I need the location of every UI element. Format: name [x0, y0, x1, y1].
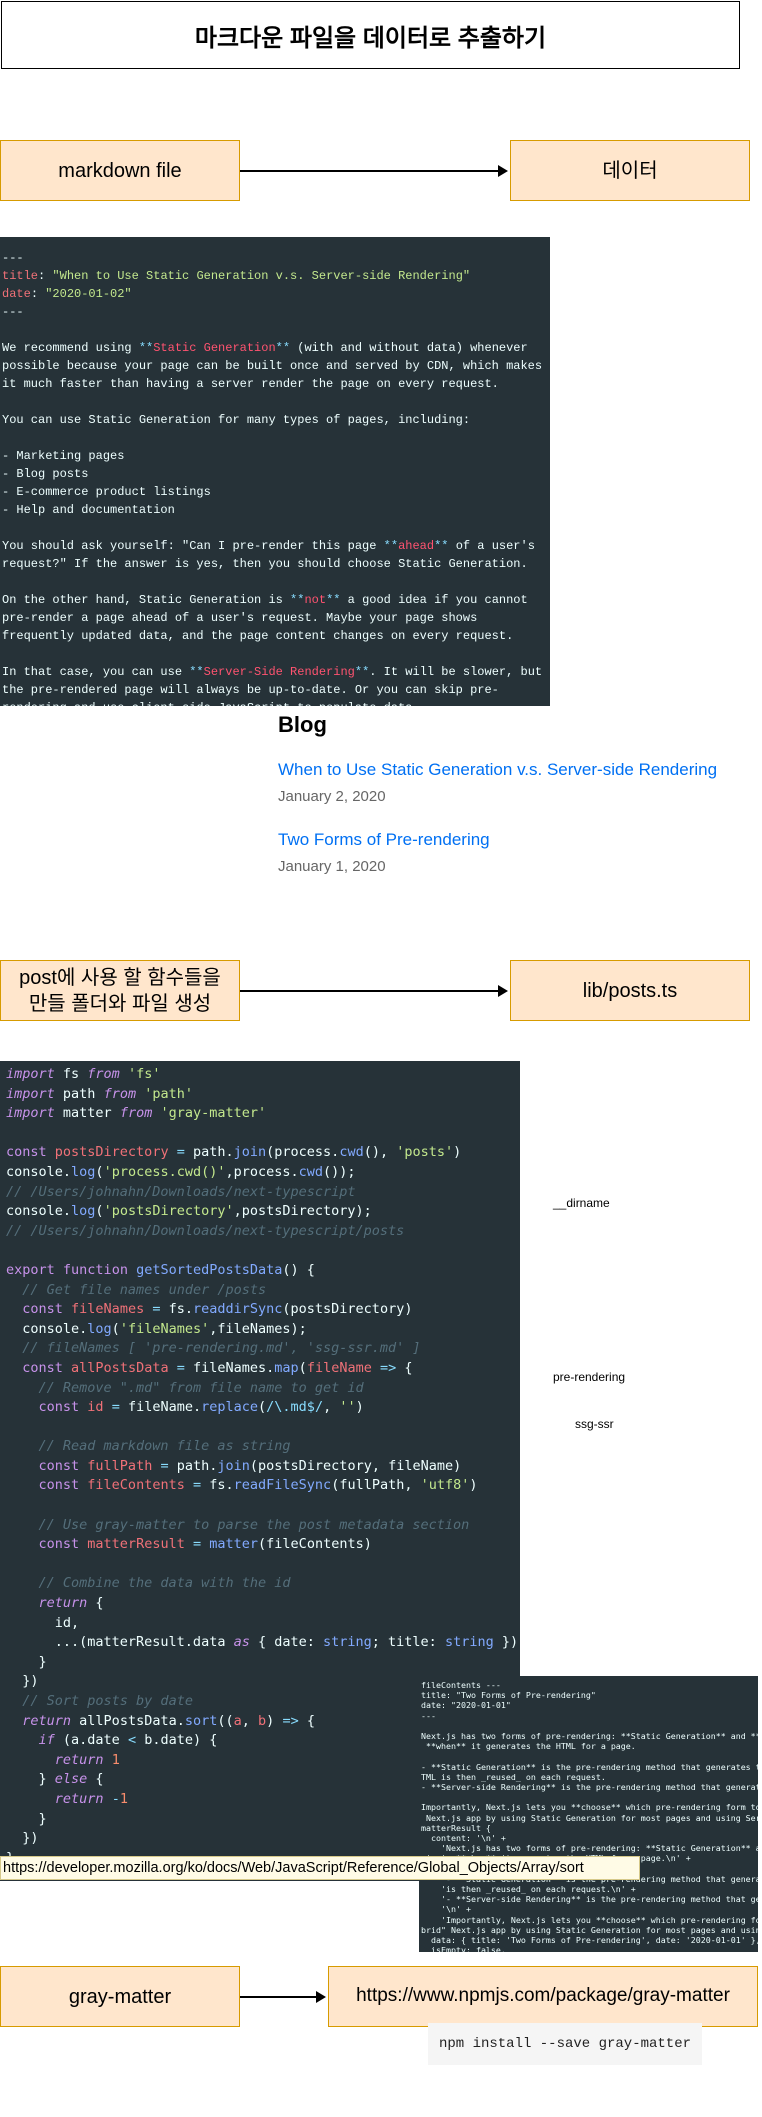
arrow-md-to-data [240, 165, 508, 177]
npm-gray-matter-box[interactable]: https://www.npmjs.com/package/gray-matte… [328, 1966, 758, 2027]
blog-post-date: January 2, 2020 [278, 788, 386, 805]
note-dirname: __dirname [553, 1196, 610, 1210]
blog-post-link[interactable]: Two Forms of Pre-rendering [278, 830, 758, 850]
mdn-sort-link[interactable]: https://developer.mozilla.org/ko/docs/We… [0, 1856, 640, 1880]
lib-posts-box: lib/posts.ts [510, 960, 750, 1021]
markdown-file-box: markdown file [0, 140, 240, 201]
arrow-gray-matter-to-npm [240, 1991, 326, 2003]
blog-heading: Blog [278, 712, 327, 737]
npm-install-command: npm install --save gray-matter [428, 2023, 702, 2065]
post-folder-box: post에 사용 할 함수들을 만들 폴더와 파일 생성 [0, 960, 240, 1021]
blog-post-date: January 1, 2020 [278, 858, 386, 875]
data-box: 데이터 [510, 140, 750, 201]
filecontents-console-output: fileContents --- title: "Two Forms of Pr… [419, 1676, 758, 1952]
note-ssg-ssr: ssg-ssr [575, 1417, 614, 1431]
note-pre-rendering: pre-rendering [553, 1370, 626, 1384]
arrow-folder-to-lib [240, 985, 508, 997]
blog-post-link[interactable]: When to Use Static Generation v.s. Serve… [278, 760, 758, 780]
blog-preview: Blog When to Use Static Generation v.s. … [278, 712, 758, 875]
gray-matter-box: gray-matter [0, 1966, 240, 2027]
markdown-sample-block: --- title: "When to Use Static Generatio… [0, 237, 550, 706]
diagram-title: 마크다운 파일을 데이터로 추출하기 [1, 1, 740, 69]
